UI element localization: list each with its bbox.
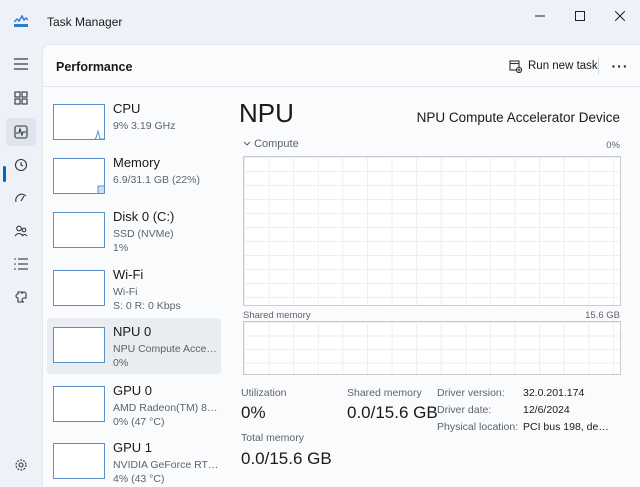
processes-icon: [14, 91, 28, 105]
nav-startup-apps[interactable]: [6, 184, 36, 212]
cpu-thumbnail-graph: [53, 104, 105, 140]
device-name: Wi-Fi: [113, 267, 144, 282]
physical-location-label: Physical location:: [437, 421, 519, 433]
device-usage: 0%: [113, 357, 129, 369]
chevron-down-icon: [243, 141, 251, 146]
nav-rail: [0, 44, 42, 487]
task-manager-icon: [13, 14, 29, 27]
device-item-wifi[interactable]: Wi-Fi Wi-Fi S: 0 R: 0 Kbps: [47, 263, 221, 315]
run-new-task-button[interactable]: Run new task: [503, 53, 604, 79]
hamburger-menu-button[interactable]: [6, 50, 36, 78]
driver-date-label: Driver date:: [437, 404, 492, 416]
nav-details[interactable]: [6, 250, 36, 278]
users-icon: [14, 225, 28, 237]
npu-thumbnail-graph: [53, 327, 105, 363]
device-item-gpu1[interactable]: GPU 1 NVIDIA GeForce RTX 4070 Laptop GPU…: [47, 436, 221, 487]
disk-thumbnail-graph: [53, 212, 105, 248]
device-detail: AMD Radeon(TM) 890M Graphics: [113, 402, 219, 414]
device-full-name: NPU Compute Accelerator Device: [416, 110, 620, 125]
device-detail: NVIDIA GeForce RTX 4070 Laptop GPU: [113, 459, 219, 471]
nav-performance[interactable]: [6, 118, 36, 146]
detail-pane: NPU NPU Compute Accelerator Device Compu…: [233, 87, 633, 487]
title-bar[interactable]: Task Manager: [0, 0, 640, 44]
shared-memory-graph: [243, 321, 621, 375]
device-name: Disk 0 (C:): [113, 209, 175, 224]
app-history-icon: [14, 158, 28, 172]
total-memory-value: 0.0/15.6 GB: [241, 449, 332, 468]
device-name: GPU 0: [113, 383, 153, 398]
close-button[interactable]: [597, 0, 640, 32]
compute-graph-grid: [244, 157, 620, 305]
device-detail: SSD (NVMe): [113, 228, 174, 240]
run-task-icon: [509, 59, 522, 73]
shared-memory-value: 0.0/15.6 GB: [347, 403, 438, 422]
device-item-memory[interactable]: Memory 6.9/31.1 GB (22%): [47, 151, 221, 203]
device-item-npu[interactable]: NPU 0 NPU Compute Accelerator Device 0%: [47, 318, 221, 374]
device-detail: Wi-Fi: [113, 286, 138, 298]
driver-version-value: 32.0.201.174: [523, 387, 585, 399]
startup-apps-icon: [15, 193, 27, 203]
driver-version-label: Driver version:: [437, 387, 505, 399]
services-icon: [15, 291, 27, 303]
nav-users[interactable]: [6, 217, 36, 245]
device-item-cpu[interactable]: CPU 9% 3.19 GHz: [47, 97, 221, 149]
device-usage: 1%: [113, 242, 129, 254]
details-icon: [14, 258, 28, 270]
device-name: CPU: [113, 101, 141, 116]
physical-location-value: PCI bus 198, device 0, function 1: [523, 421, 611, 433]
device-usage: 4% (43 °C): [113, 473, 165, 485]
device-item-disk[interactable]: Disk 0 (C:) SSD (NVMe) 1%: [47, 205, 221, 257]
device-detail: 6.9/31.1 GB (22%): [113, 174, 200, 186]
header-divider: [598, 57, 599, 75]
compute-graph: [243, 156, 621, 306]
device-title: NPU: [239, 98, 294, 128]
nav-app-history[interactable]: [6, 151, 36, 179]
gpu0-thumbnail-graph: [53, 386, 105, 422]
hamburger-icon: [14, 58, 28, 70]
total-memory-label: Total memory: [241, 432, 305, 444]
compute-dropdown[interactable]: Compute: [243, 138, 299, 150]
device-usage: S: 0 R: 0 Kbps: [113, 300, 181, 312]
shared-memory-max: 15.6 GB: [585, 310, 620, 321]
utilization-label: Utilization: [241, 387, 287, 399]
more-icon: ···: [611, 58, 629, 74]
compute-label: Compute: [254, 138, 299, 150]
device-name: NPU 0: [113, 324, 152, 339]
nav-processes[interactable]: [6, 84, 36, 112]
run-new-task-label: Run new task: [528, 60, 598, 72]
device-list: CPU 9% 3.19 GHz Memory 6.9/31.1 GB (22%)…: [43, 87, 225, 487]
window-title: Task Manager: [47, 15, 123, 29]
device-item-gpu0[interactable]: GPU 0 AMD Radeon(TM) 890M Graphics 0% (4…: [47, 379, 221, 431]
more-options-button[interactable]: ···: [605, 53, 635, 79]
utilization-value: 0%: [241, 403, 266, 422]
nav-settings[interactable]: [6, 451, 36, 479]
device-name: Memory: [113, 155, 160, 170]
main-panel: Performance Run new task ··· CPU 9% 3.19…: [42, 44, 640, 487]
nav-services[interactable]: [6, 283, 36, 311]
page-title: Performance: [56, 60, 133, 74]
driver-date-value: 12/6/2024: [523, 404, 570, 416]
settings-icon: [15, 459, 27, 471]
performance-icon: [14, 125, 28, 139]
device-name: GPU 1: [113, 440, 153, 455]
compute-value: 0%: [606, 140, 620, 151]
device-detail: NPU Compute Accelerator Device: [113, 343, 219, 355]
shared-memory-graph-grid: [244, 322, 620, 374]
gpu1-thumbnail-graph: [53, 443, 105, 479]
page-header: Performance Run new task ···: [43, 45, 640, 87]
device-detail: 9% 3.19 GHz: [113, 120, 176, 132]
device-usage: 0% (47 °C): [113, 416, 165, 428]
shared-memory-label: Shared memory: [347, 387, 422, 399]
memory-thumbnail-graph: [53, 158, 105, 194]
wifi-thumbnail-graph: [53, 270, 105, 306]
shared-memory-graph-label: Shared memory: [243, 310, 311, 321]
